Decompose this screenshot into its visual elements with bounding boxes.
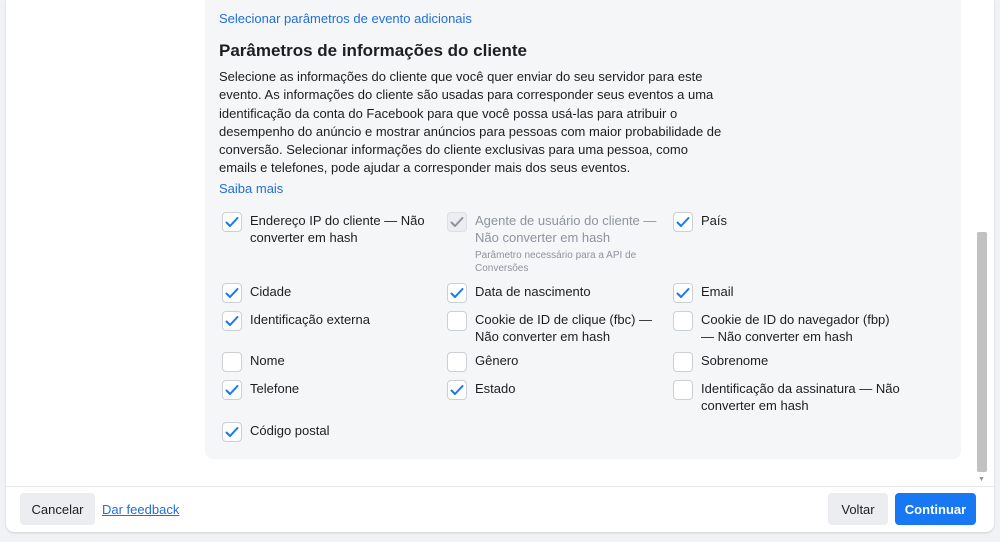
option-label: Email [701,284,734,299]
scrollbar-thumb[interactable] [977,232,987,472]
option-note: Parâmetro necessário para a API de Conve… [475,250,637,274]
option-checkbox[interactable] [447,352,467,372]
learn-more-link[interactable]: Saiba mais [219,181,283,196]
option-checkbox[interactable] [222,212,242,232]
option-label: País [701,213,728,228]
option-checkbox[interactable] [673,212,693,232]
option-label: Endereço IP do cliente — Não converter e… [250,213,425,245]
option-label: Identificação da assinatura — Não conver… [701,381,900,413]
option-checkbox[interactable] [673,380,693,400]
option-checkbox[interactable] [222,311,242,331]
option-checkbox[interactable] [222,380,242,400]
option-label: Estado [475,381,516,396]
select-additional-params-link[interactable]: Selecionar parâmetros de evento adiciona… [219,11,472,26]
option-checkbox[interactable] [222,422,242,442]
scroll-down-arrow-icon[interactable]: ▼ [978,476,985,483]
section-title: Parâmetros de informações do cliente [219,41,527,60]
option-checkbox[interactable] [447,380,467,400]
option-label: Agente de usuário do cliente — Não conve… [475,213,657,245]
option-checkbox[interactable] [222,352,242,372]
option-checkbox[interactable] [447,283,467,303]
option-label: Nome [250,353,285,368]
setup-dialog: Selecionar parâmetros de evento adiciona… [6,0,994,532]
scrollbar[interactable]: ▼ [977,0,987,486]
option-label: Data de nascimento [475,284,591,299]
option-checkbox [447,212,467,232]
option-label: Código postal [250,423,330,438]
back-button[interactable]: Voltar [828,493,888,525]
cancel-button[interactable]: Cancelar [20,493,95,525]
option-label: Sobrenome [701,353,769,368]
option-label: Cidade [250,284,292,299]
option-checkbox[interactable] [447,311,467,331]
feedback-link[interactable]: Dar feedback [102,502,179,517]
option-label: Gênero [475,353,519,368]
footer-divider [6,486,994,487]
option-checkbox[interactable] [673,352,693,372]
option-label: Telefone [250,381,300,396]
option-label: Cookie de ID do navegador (fbp) — Não co… [701,312,890,344]
option-checkbox[interactable] [673,311,693,331]
option-checkbox[interactable] [222,283,242,303]
option-label: Cookie de ID de clique (fbc) — Não conve… [475,312,653,344]
continue-button[interactable]: Continuar [895,493,976,525]
section-description: Selecione as informações do cliente que … [219,69,722,176]
customer-info-panel: Selecionar parâmetros de evento adiciona… [205,0,961,459]
dialog-scroll-area[interactable]: Selecionar parâmetros de evento adiciona… [6,0,976,486]
option-label: Identificação externa [250,312,370,327]
option-checkbox[interactable] [673,283,693,303]
